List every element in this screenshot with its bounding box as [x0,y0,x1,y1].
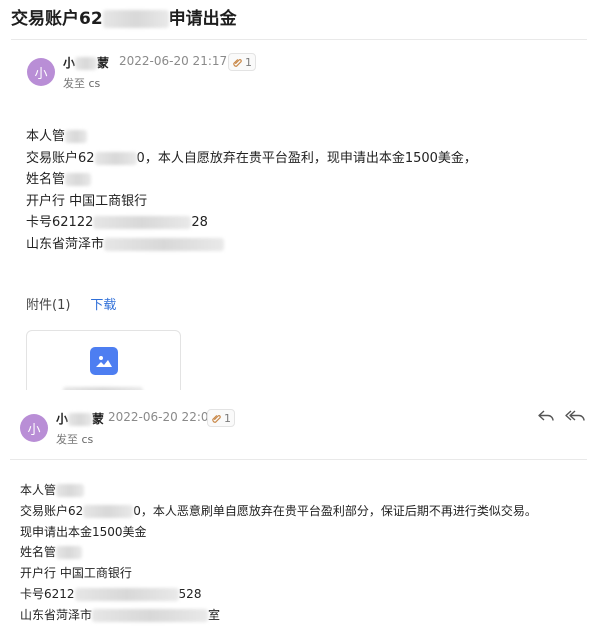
separator [0,390,597,400]
recipient-name[interactable]: cs [82,433,94,446]
divider [10,459,587,460]
body-line: 山东省菏泽市室 [20,607,221,622]
body-line: 开户行 中国工商银行 [20,566,132,581]
email-panel-2: 小 小蒙 2022-06-20 22:08 1 发至 cs 本人管 交易账户62… [0,400,597,633]
email-body: 本人管 交易账户62 0，本人自愿放弃在贵平台盈利，现申请出本金1500美金， 姓… [26,126,477,255]
attachments-label: 附件(1) [26,298,71,313]
body-line: 本人管 [26,126,477,148]
divider [11,39,587,40]
attachments-row: 附件(1) 下载 [26,294,116,313]
download-link[interactable]: 下载 [90,294,116,313]
recipient-name[interactable]: cs [89,77,101,90]
body-line: 山东省菏泽市 [26,234,477,256]
sent-date: 2022-06-20 21:17 [119,54,228,68]
body-line: 卡号62122 28 [26,215,208,230]
recipient-line: 发至 cs [56,433,94,446]
attachment-badge[interactable]: 1 [228,53,256,71]
paperclip-icon [212,414,221,423]
body-line: 姓名管 [26,169,477,191]
body-line: 交易账户62 0，本人恶意刷单自愿放弃在贵平台盈利部分，保证后期不再进行类似交易。 [20,503,537,518]
redacted-sender [68,413,93,426]
reply-icon[interactable] [538,408,554,427]
body-line: 姓名管 [20,542,537,563]
email-panel-1: 交易账户62 申请出金 小 小蒙 2022-06-20 21:17 1 发至 cs… [0,0,597,412]
sent-date: 2022-06-20 22:08 [108,410,217,424]
body-line: 交易账户62 0，本人自愿放弃在贵平台盈利，现申请出本金1500美金， [26,150,477,166]
email-body: 本人管 交易账户62 0，本人恶意刷单自愿放弃在贵平台盈利部分，保证后期不再进行类… [20,480,537,626]
image-icon [90,347,118,375]
redacted-account [102,10,169,28]
email-subject: 交易账户62 申请出金 [11,9,237,29]
body-line: 卡号6212 528 [20,586,202,601]
avatar[interactable]: 小 [20,414,48,442]
attachment-badge[interactable]: 1 [207,409,235,427]
body-line: 本人管 [20,480,537,501]
recipient-line: 发至 cs [63,77,101,90]
redacted-sender [75,57,98,70]
avatar[interactable]: 小 [27,58,55,86]
sender-name[interactable]: 小蒙 [63,54,109,71]
body-line: 开户行 中国工商银行 [26,193,148,209]
body-line: 现申请出本金1500美金 [20,524,147,539]
paperclip-icon [233,58,242,67]
reply-all-icon[interactable] [565,408,585,427]
sender-name[interactable]: 小蒙 [56,410,104,427]
